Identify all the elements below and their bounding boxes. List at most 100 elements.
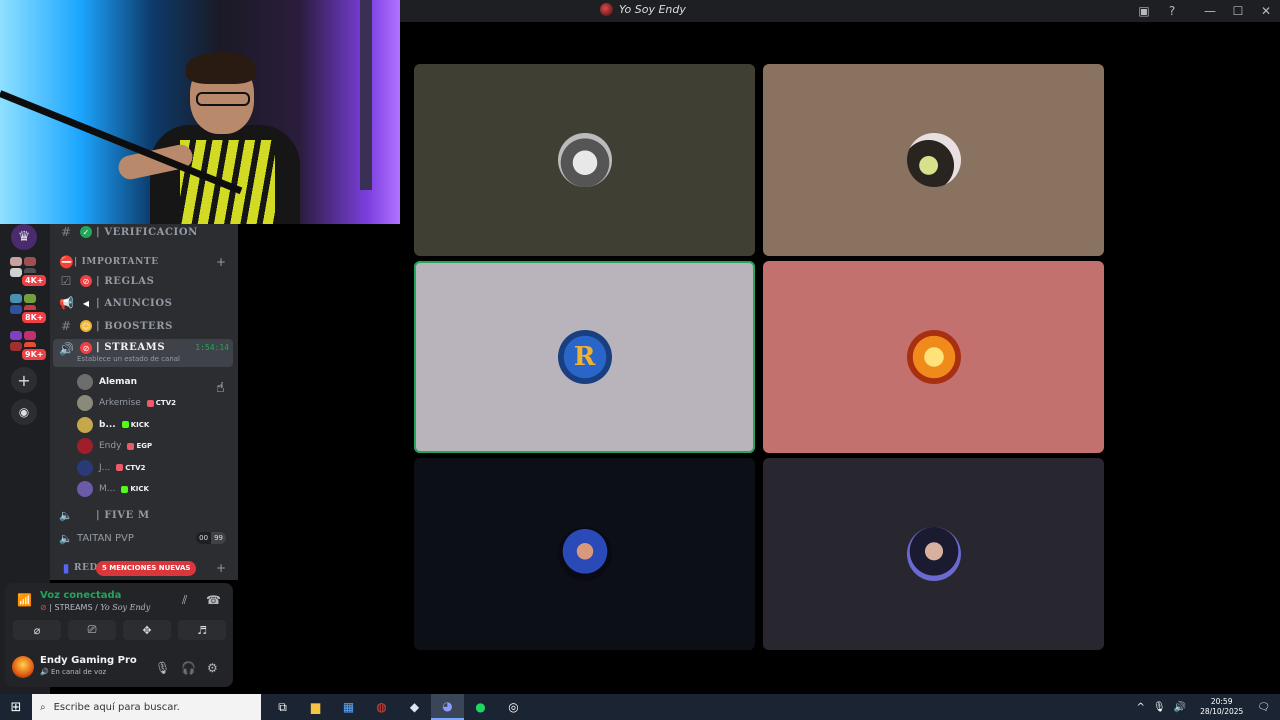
hash-icon: # <box>60 319 72 333</box>
megaphone-icon: 📢 <box>59 296 74 310</box>
channel-verificacion[interactable]: # ✓ | VERIFICACION <box>50 224 238 243</box>
video-tile[interactable] <box>763 261 1104 453</box>
activities-button[interactable]: ✥ <box>123 620 171 640</box>
tag-icon <box>121 421 129 429</box>
avatar[interactable] <box>12 656 34 678</box>
heart-eyes-emoji-icon: ☺ <box>80 320 92 332</box>
clock-date: 28/10/2025 <box>1200 707 1244 716</box>
chevron-up-icon[interactable]: ^ <box>1133 702 1149 713</box>
tag-icon <box>116 464 124 472</box>
channel-taitan-pvp[interactable]: 🔈 TAITAN PVP 00 99 <box>50 528 238 550</box>
minimize-icon[interactable]: — <box>1196 0 1224 22</box>
voice-channel-name: | STREAMS / <box>49 603 101 612</box>
no-entry-emoji-icon: ⊘ <box>80 342 92 354</box>
user-tag: EGP <box>127 442 152 450</box>
video-tile[interactable]: R <box>414 261 755 453</box>
close-icon[interactable]: ✕ <box>1252 0 1280 22</box>
server-icon-main[interactable]: ♛ <box>11 224 37 250</box>
user-name[interactable]: Endy Gaming Pro <box>40 655 137 666</box>
participant-avatar <box>906 527 961 581</box>
voice-location[interactable]: ⊘ | STREAMS / Yo Soy Endy <box>40 603 150 612</box>
spotify-icon[interactable]: ● <box>464 694 497 720</box>
speaker-icon: 🔊 <box>59 342 74 356</box>
obs-icon[interactable]: ◎ <box>497 694 530 720</box>
channel-boosters[interactable]: # ☺ | BOOSTERS <box>50 315 238 337</box>
video-tile[interactable] <box>414 458 755 650</box>
signal-icon[interactable]: 📶 <box>17 593 32 607</box>
disconnect-icon[interactable]: ☎ <box>206 593 221 607</box>
video-tile[interactable] <box>414 64 755 256</box>
voice-user-row[interactable]: Endy EGP <box>77 436 227 456</box>
help-icon[interactable]: ? <box>1158 0 1186 22</box>
red-category-icon: ▮ <box>62 561 70 575</box>
windows-start-icon[interactable]: ⊞ <box>0 694 32 720</box>
server-avatar-icon <box>600 3 613 16</box>
soundboard-button[interactable]: ♬ <box>178 620 226 640</box>
store-icon[interactable]: ▦ <box>332 694 365 720</box>
task-view-icon[interactable]: ⧉ <box>266 694 299 720</box>
volume-icon[interactable]: 🔊 <box>1170 702 1190 713</box>
microphone-icon[interactable]: 🎙 <box>155 661 170 675</box>
avatar <box>77 438 93 455</box>
search-placeholder: Escribe aquí para buscar. <box>53 701 180 713</box>
channel-anuncios[interactable]: 📢 ◀ | ANUNCIOS <box>50 292 238 314</box>
channel-five-m[interactable]: 🔈 | FIVE M <box>50 505 238 527</box>
discord-taskbar-icon[interactable]: ◕ <box>431 694 464 720</box>
file-explorer-icon[interactable]: ▆ <box>299 694 332 720</box>
tag-label: CTV2 <box>125 463 146 472</box>
user-tag: KICK <box>121 485 149 493</box>
channel-list: # ✓ | VERIFICACION ⛔ | IMPORTANTE + ☑ ⊘ … <box>50 224 238 580</box>
avatar <box>77 374 93 390</box>
user-limit-counter: 00 99 <box>196 532 226 544</box>
headphones-icon[interactable]: 🎧 <box>181 661 196 675</box>
rules-icon: ☑ <box>60 274 72 288</box>
channel-name: | VERIFICACION <box>96 226 198 238</box>
channel-name: | BOOSTERS <box>96 320 173 332</box>
maximize-icon[interactable]: ☐ <box>1224 0 1252 22</box>
voice-connection-panel: 📶 Voz conectada ⊘ | STREAMS / Yo Soy End… <box>5 583 233 687</box>
voice-user-row[interactable]: J... CTV2 <box>77 458 227 478</box>
category-name: | IMPORTANTE <box>74 257 159 267</box>
taskbar-search-box[interactable]: ⌕ Escribe aquí para buscar. <box>32 694 261 720</box>
channel-status-hint[interactable]: Establece un estado de canal <box>77 355 180 363</box>
channel-reglas[interactable]: ☑ ⊘ | REGLAS <box>50 270 238 292</box>
clock[interactable]: 20:59 28/10/2025 <box>1190 697 1253 717</box>
add-server-icon[interactable]: + <box>11 367 37 393</box>
voice-user-row[interactable]: Aleman <box>77 372 227 392</box>
microphone-tray-icon[interactable]: 🎙 <box>1149 702 1170 713</box>
tag-label: CTV2 <box>155 399 176 408</box>
voice-status[interactable]: Voz conectada <box>40 590 121 601</box>
participant-avatar <box>557 527 612 581</box>
settings-gear-icon[interactable]: ⚙ <box>207 661 218 675</box>
add-channel-icon[interactable]: + <box>216 561 226 575</box>
inbox-icon[interactable]: ▣ <box>1130 0 1158 22</box>
channel-streams[interactable]: 🔊 ⊘ | STREAMS 1:54:14 Establece un estad… <box>53 339 233 367</box>
voice-user-row[interactable]: b... KICK <box>77 415 227 435</box>
notifications-icon[interactable]: 🗨 <box>1253 702 1280 713</box>
voice-user-name: J... <box>99 462 111 473</box>
voice-user-name: Arkemise <box>99 398 141 409</box>
no-entry-icon: ⊘ <box>40 603 50 612</box>
new-mentions-pill[interactable]: 5 MENCIONES NUEVAS <box>96 561 197 576</box>
user-status: 🔊 En canal de voz <box>40 668 106 676</box>
chrome-icon[interactable]: ◍ <box>365 694 398 720</box>
participant-avatar <box>906 133 961 187</box>
noise-suppression-icon[interactable]: ⫽ <box>182 593 187 608</box>
explore-servers-icon[interactable]: ◉ <box>11 399 37 425</box>
window-title-text: Yo Soy Endy <box>619 3 686 16</box>
video-tile[interactable] <box>763 64 1104 256</box>
video-tile[interactable] <box>763 458 1104 650</box>
title-bar-controls: ▣ ? — ☐ ✕ <box>1130 0 1280 22</box>
speaker-icon: 🔈 <box>59 509 73 522</box>
stream-timer: 1:54:14 <box>195 343 229 352</box>
camera-off-button[interactable]: ⌀ <box>13 620 61 640</box>
add-channel-icon[interactable]: + <box>216 255 226 269</box>
no-entry-emoji-icon: ⊘ <box>80 275 92 287</box>
voice-user-row[interactable]: Arkemise CTV2 <box>77 393 227 413</box>
voice-server-name: Yo Soy Endy <box>100 603 151 612</box>
voice-user-row[interactable]: M... KICK <box>77 479 227 499</box>
user-tag: CTV2 <box>146 399 176 408</box>
screen-share-button[interactable]: ⎚ <box>68 620 116 640</box>
user-tag: CTV2 <box>116 464 145 472</box>
notes-icon[interactable]: ◆ <box>398 694 431 720</box>
